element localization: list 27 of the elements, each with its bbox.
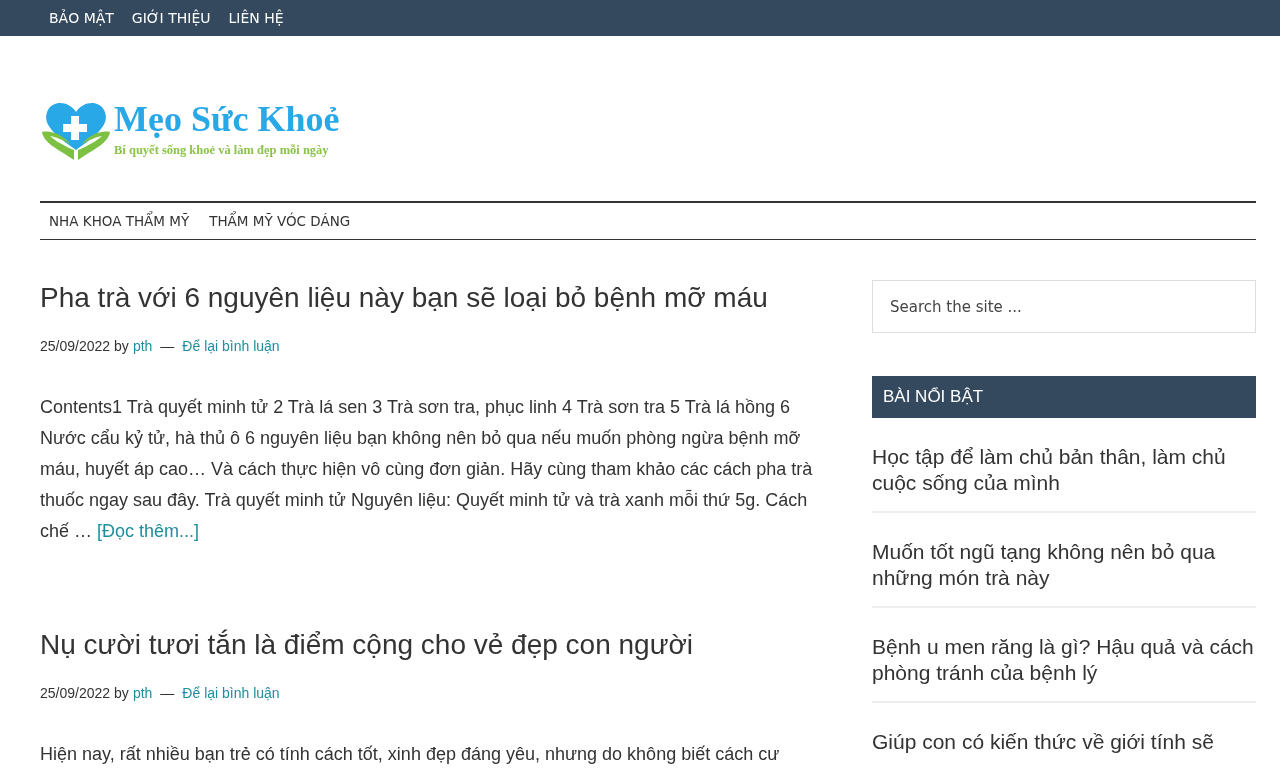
by-label: by <box>114 338 129 354</box>
search-field[interactable]: Search the site ... <box>872 280 1256 333</box>
meta-separator: — <box>160 338 175 354</box>
comments-link[interactable]: Để lại bình luận <box>182 685 280 701</box>
site-tagline: Bí quyết sống khoẻ và làm đẹp mỗi ngày <box>114 143 330 158</box>
main-menu-link[interactable]: THẨM MỸ VÓC DÁNG <box>200 213 360 229</box>
post-date: 25/09/2022 <box>40 685 111 701</box>
featured-post-link[interactable]: Học tập để làm chủ bản thân, làm chủ cuộc sống của mình <box>872 418 1256 513</box>
read-more-link[interactable]: [Đọc thêm...] <box>97 521 200 541</box>
post-excerpt: Contents1 Trà quyết minh tử 2 Trà lá sen 3 Trà sơn tra, phục linh 4 Trà sơn tra 5 Trà lá hồng 6 Nước cẩu kỷ tử, hà thủ ô 6 nguyên liệu bạn không nên bỏ qua nếu muốn phòng ngừa bệnh mỡ máu, huyết áp cao… Và cách thực hiện vô cùng đơn giản. Hãy cùng tham khảo các cách pha trà thuốc ngay sau đây. Trà quyết minh tử Nguyên liệu: Quyết minh tử và trà xanh mỗi thứ 5g. Cách chế … [Đọc thêm...] <box>40 396 814 543</box>
post-title[interactable]: Pha trà với 6 nguyên liệu này bạn sẽ loại bỏ bệnh mỡ máu <box>40 280 840 316</box>
main-menu-link[interactable]: NHA KHOA THẨM MỸ <box>40 213 199 229</box>
by-label: by <box>114 685 129 701</box>
author-link[interactable]: pth <box>132 685 153 701</box>
top-menu-link[interactable]: LIÊN HỆ <box>219 10 293 26</box>
meta-separator: — <box>160 685 175 701</box>
post-title[interactable]: Nụ cười tươi tắn là điểm cộng cho vẻ đẹp con người <box>40 627 840 663</box>
top-menu-link[interactable]: BẢO MẬT <box>40 10 123 26</box>
featured-post-link[interactable]: Bệnh u men răng là gì? Hậu quả và cách phòng tránh của bệnh lý <box>872 608 1256 703</box>
widget-title: BÀI NỔI BẬT <box>872 376 1256 418</box>
featured-post-link[interactable]: Muốn tốt ngũ tạng không nên bỏ qua những món trà này <box>872 513 1256 608</box>
top-menu-link[interactable]: GIỚI THIỆU <box>122 10 220 26</box>
post-date: 25/09/2022 <box>40 338 111 354</box>
featured-post-link[interactable]: Giúp con có kiến thức về giới tính sẽ <box>872 703 1256 768</box>
comments-link[interactable]: Để lại bình luận <box>182 338 280 354</box>
post-excerpt: Hiện nay, rất nhiều bạn trẻ có tính cách tốt, xinh đẹp đáng yêu, nhưng do không biết cách cư <box>40 743 781 766</box>
author-link[interactable]: pth <box>132 338 153 354</box>
